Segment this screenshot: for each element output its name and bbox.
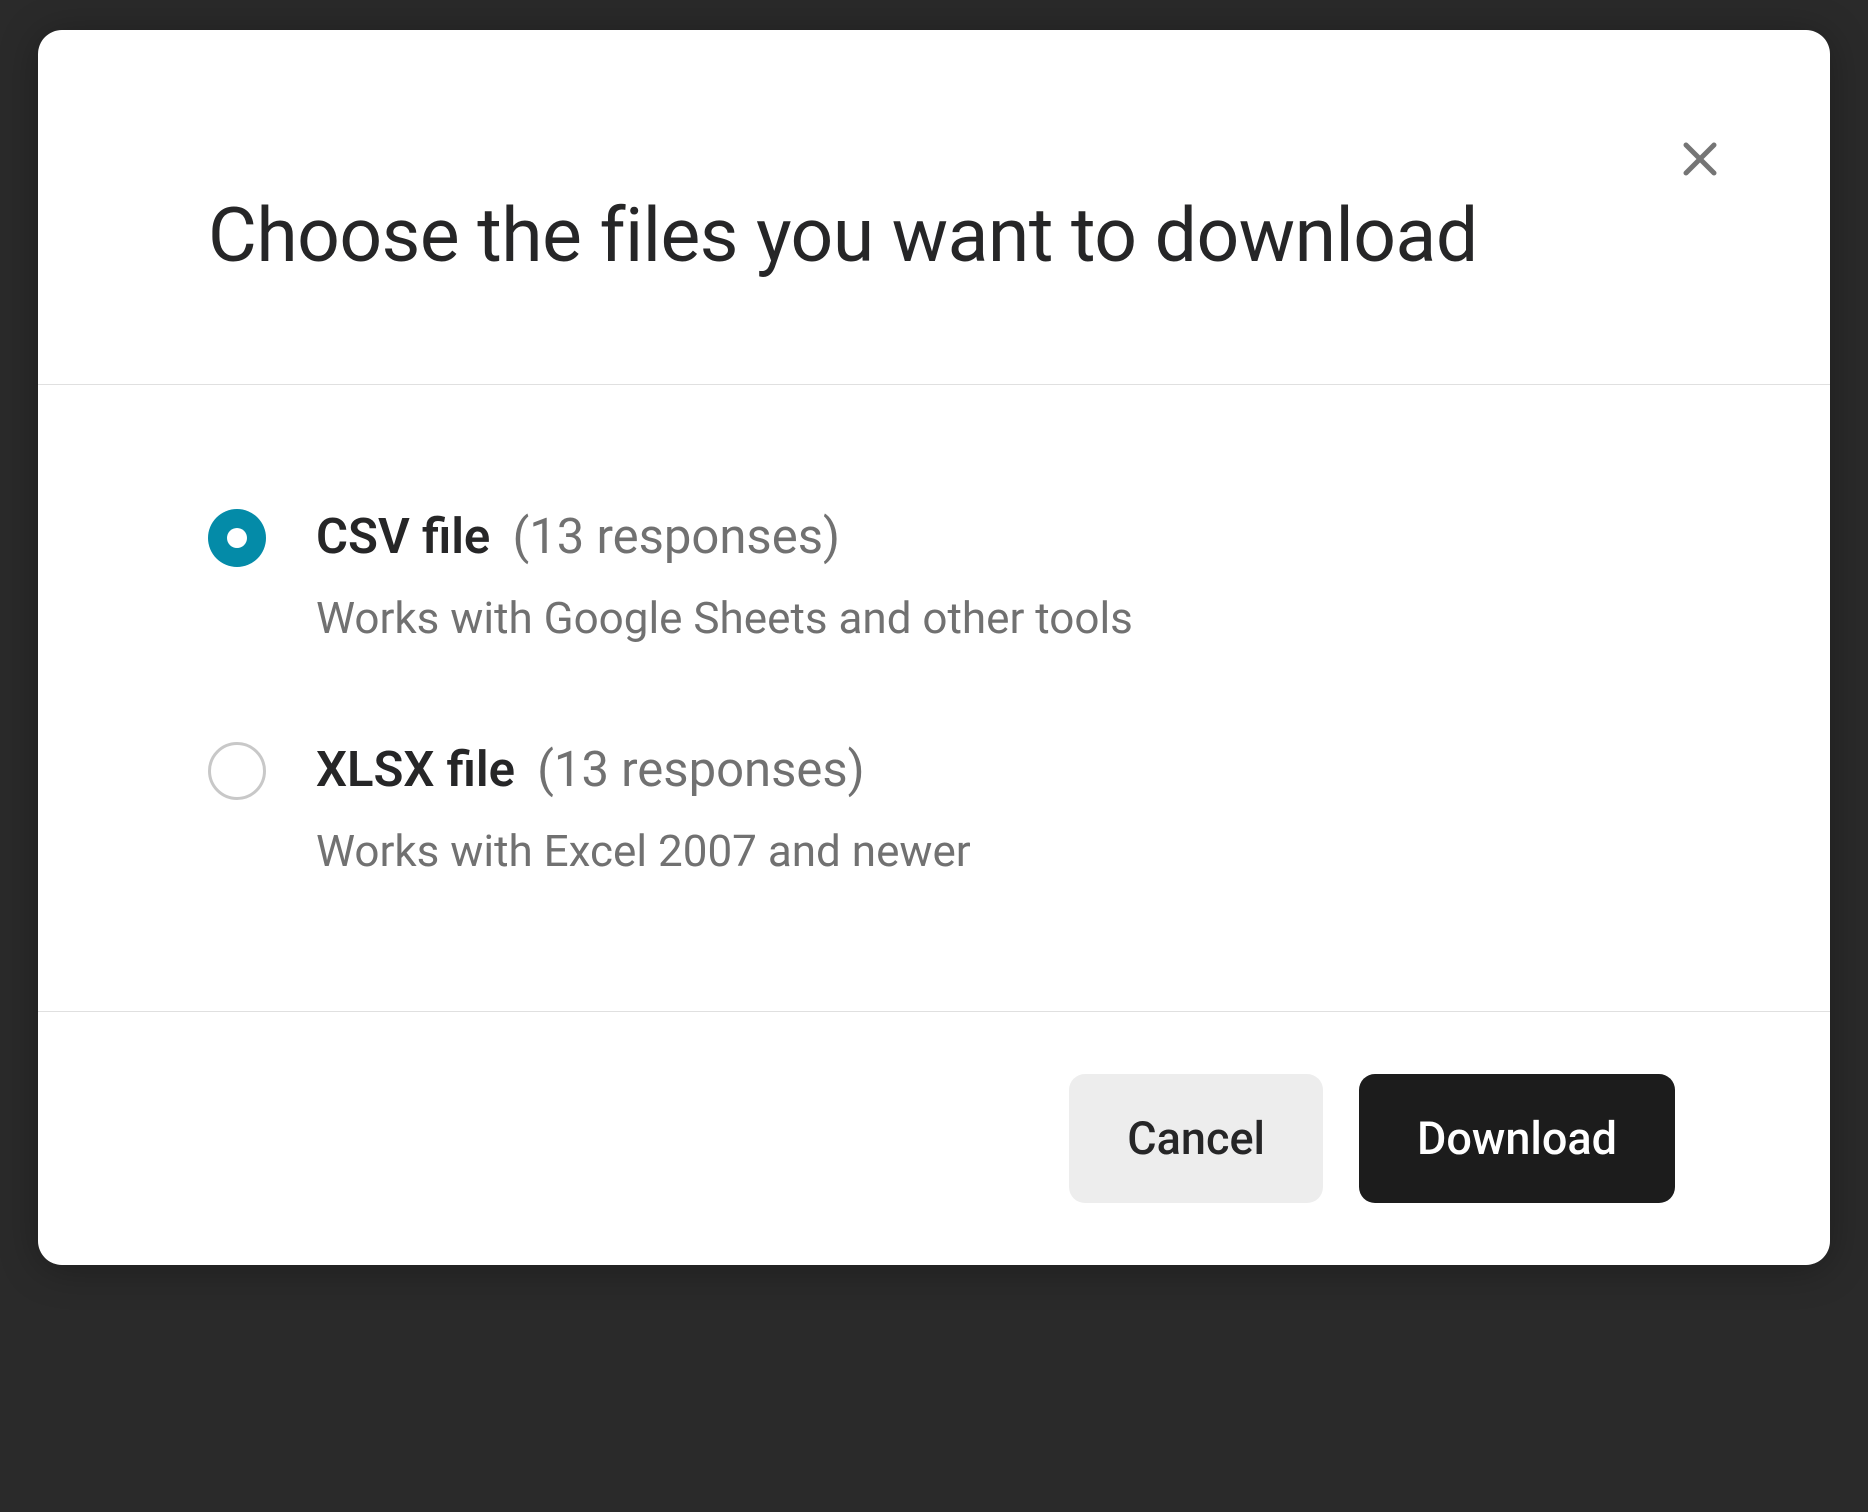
radio-meta-csv: (13 responses)	[512, 508, 840, 565]
modal-title: Choose the files you want to download	[208, 190, 1660, 284]
radio-meta-xlsx: (13 responses)	[537, 741, 865, 798]
radio-content-xlsx: XLSX file (13 responses) Works with Exce…	[316, 738, 1660, 881]
download-modal: Choose the files you want to download CS…	[38, 30, 1830, 1265]
radio-option-xlsx[interactable]: XLSX file (13 responses) Works with Exce…	[208, 738, 1660, 881]
radio-label-xlsx: XLSX file	[316, 741, 515, 798]
radio-option-csv[interactable]: CSV file (13 responses) Works with Googl…	[208, 505, 1660, 648]
radio-label-csv: CSV file	[316, 508, 490, 565]
radio-content-csv: CSV file (13 responses) Works with Googl…	[316, 505, 1660, 648]
close-button[interactable]	[1670, 130, 1730, 190]
modal-header: Choose the files you want to download	[38, 30, 1830, 385]
download-button[interactable]: Download	[1359, 1074, 1675, 1203]
radio-button-csv[interactable]	[208, 509, 266, 567]
cancel-button[interactable]: Cancel	[1069, 1074, 1323, 1203]
radio-description-csv: Works with Google Sheets and other tools	[316, 590, 1660, 647]
modal-footer: Cancel Download	[38, 1011, 1830, 1265]
modal-body: CSV file (13 responses) Works with Googl…	[38, 385, 1830, 1011]
radio-label-line: XLSX file (13 responses)	[316, 738, 1660, 802]
radio-label-line: CSV file (13 responses)	[316, 505, 1660, 569]
radio-button-xlsx[interactable]	[208, 742, 266, 800]
close-icon	[1676, 135, 1724, 186]
radio-description-xlsx: Works with Excel 2007 and newer	[316, 823, 1660, 880]
